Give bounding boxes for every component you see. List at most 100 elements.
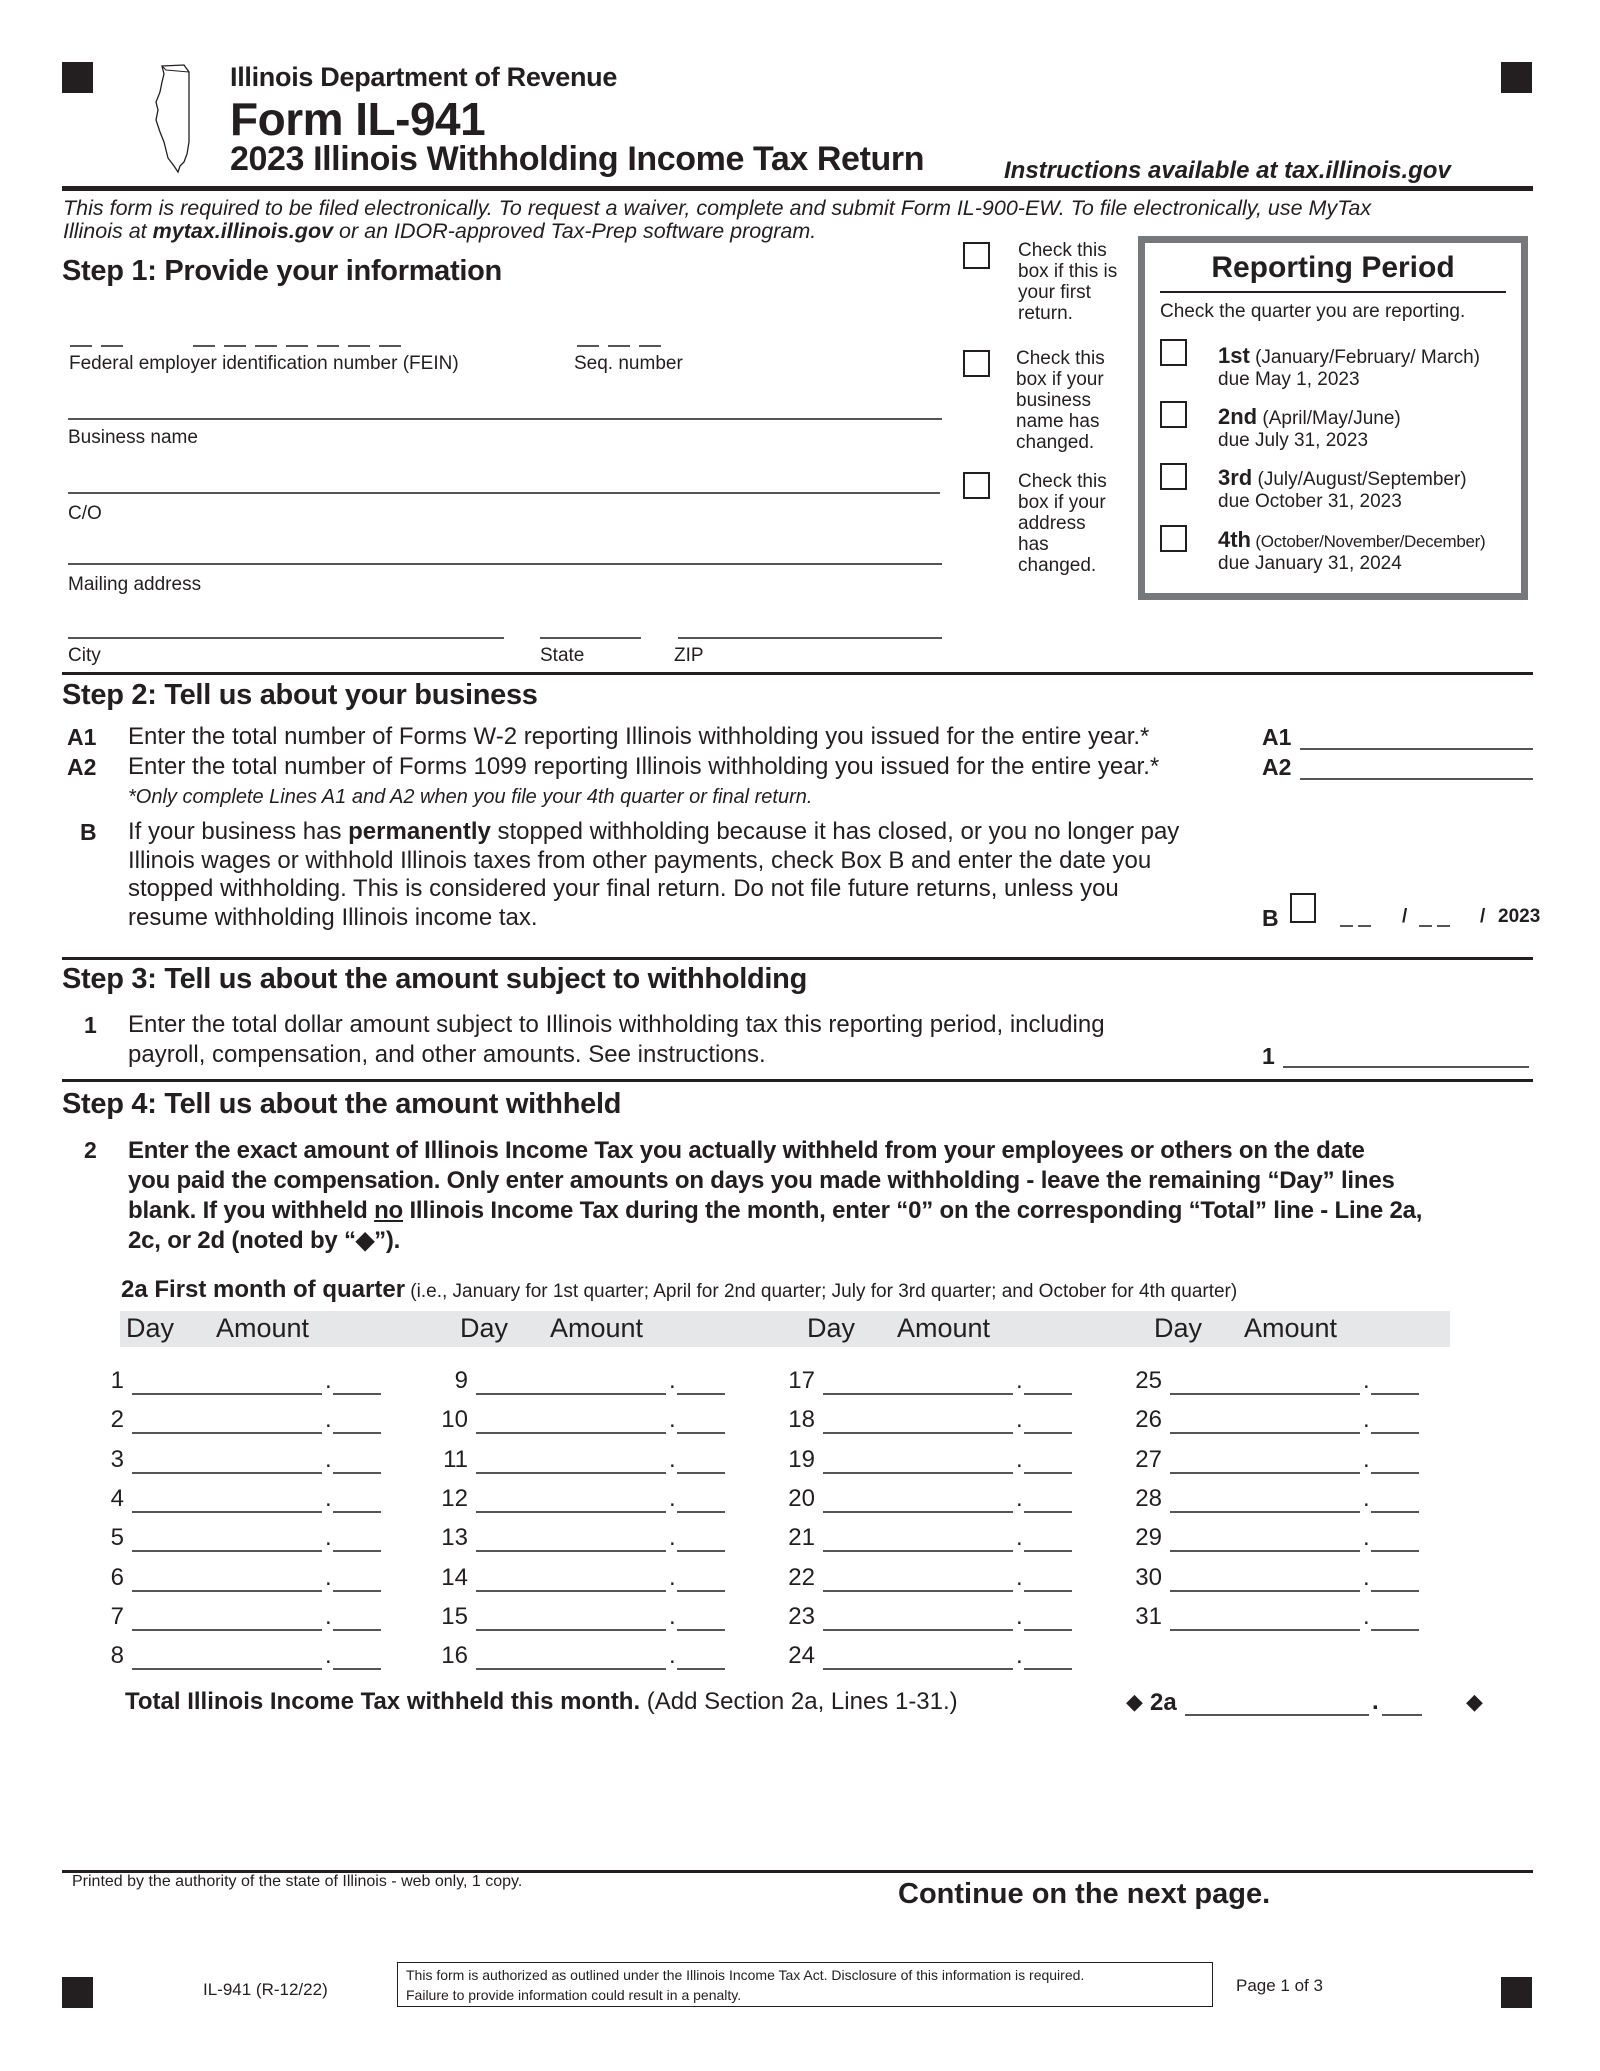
- decimal-point: .: [669, 1563, 676, 1591]
- dollars-input[interactable]: [1170, 1550, 1360, 1553]
- zip-input[interactable]: [678, 637, 942, 639]
- cents-input[interactable]: [1371, 1471, 1419, 1474]
- first-return-checkbox[interactable]: [963, 242, 990, 269]
- mailing-address-input[interactable]: [68, 563, 942, 565]
- dollars-input[interactable]: [823, 1628, 1013, 1631]
- cents-input[interactable]: [1024, 1393, 1072, 1395]
- dollars-input[interactable]: [476, 1471, 666, 1474]
- cents-input[interactable]: [677, 1471, 725, 1474]
- cents-input[interactable]: [333, 1471, 381, 1474]
- cents-input[interactable]: [677, 1393, 725, 1395]
- decimal-point: .: [325, 1602, 332, 1630]
- cents-input[interactable]: [677, 1432, 725, 1435]
- dollars-input[interactable]: [476, 1628, 666, 1631]
- cents-input[interactable]: [333, 1589, 381, 1592]
- dollars-input[interactable]: [823, 1471, 1013, 1474]
- cents-input[interactable]: [677, 1550, 725, 1553]
- dollars-input[interactable]: [823, 1393, 1013, 1395]
- cents-input[interactable]: [1024, 1510, 1072, 1513]
- dollars-input[interactable]: [823, 1550, 1013, 1553]
- dollars-input[interactable]: [476, 1668, 666, 1671]
- day-number: 21: [788, 1524, 815, 1552]
- quarter-1-label: 1st (January/February/ March) due May 1,…: [1218, 343, 1480, 391]
- cents-input[interactable]: [677, 1668, 725, 1671]
- dollars-input[interactable]: [823, 1510, 1013, 1513]
- cents-input[interactable]: [1371, 1393, 1419, 1395]
- page-number: Page 1 of 3: [1236, 1976, 1323, 1995]
- quarter-2-checkbox[interactable]: [1160, 401, 1187, 428]
- dollars-input[interactable]: [1170, 1628, 1360, 1631]
- cents-input[interactable]: [1024, 1668, 1072, 1671]
- a1-input[interactable]: [1300, 748, 1533, 750]
- dollars-input[interactable]: [132, 1393, 322, 1395]
- cents-input[interactable]: [1024, 1471, 1072, 1474]
- mytax-link[interactable]: mytax.illinois.gov: [153, 219, 333, 243]
- dollars-input[interactable]: [132, 1668, 322, 1671]
- cents-input[interactable]: [677, 1510, 725, 1513]
- dollars-input[interactable]: [476, 1550, 666, 1553]
- cents-input[interactable]: [1371, 1550, 1419, 1553]
- cents-input[interactable]: [1024, 1432, 1072, 1435]
- day-number: 14: [441, 1563, 468, 1591]
- dollars-input[interactable]: [132, 1550, 322, 1553]
- cents-input[interactable]: [1024, 1589, 1072, 1592]
- cents-input[interactable]: [1371, 1510, 1419, 1513]
- cents-input[interactable]: [333, 1432, 381, 1435]
- box-b-checkbox[interactable]: [1290, 893, 1316, 923]
- decimal-point: .: [1016, 1642, 1023, 1670]
- line1-input[interactable]: [1283, 1066, 1529, 1068]
- decimal-point: .: [669, 1524, 676, 1552]
- day-number: 24: [788, 1642, 815, 1670]
- quarter-1-checkbox[interactable]: [1160, 339, 1187, 366]
- dollars-input[interactable]: [476, 1432, 666, 1435]
- dollars-input[interactable]: [132, 1589, 322, 1592]
- dollars-input[interactable]: [1170, 1393, 1360, 1395]
- cents-input[interactable]: [1024, 1628, 1072, 1631]
- cents-input[interactable]: [333, 1668, 381, 1671]
- dollars-input[interactable]: [476, 1589, 666, 1592]
- co-label: C/O: [68, 503, 102, 524]
- dollars-input[interactable]: [132, 1471, 322, 1474]
- quarter-4-checkbox[interactable]: [1160, 525, 1187, 552]
- quarter-4-label: 4th (October/November/December) due Janua…: [1218, 527, 1486, 575]
- quarter-2-label: 2nd (April/May/June) due July 31, 2023: [1218, 404, 1401, 452]
- address-changed-checkbox[interactable]: [963, 472, 990, 499]
- dollars-input[interactable]: [823, 1432, 1013, 1435]
- cents-input[interactable]: [677, 1628, 725, 1631]
- b-text: If your business has permanently stopped…: [128, 818, 1180, 931]
- cents-input[interactable]: [333, 1628, 381, 1631]
- dollars-input[interactable]: [476, 1393, 666, 1395]
- dollars-input[interactable]: [1170, 1471, 1360, 1474]
- co-input[interactable]: [68, 492, 940, 494]
- dollars-input[interactable]: [132, 1432, 322, 1435]
- dollars-input[interactable]: [476, 1510, 666, 1513]
- dollars-input[interactable]: [1170, 1432, 1360, 1435]
- cents-input[interactable]: [1371, 1589, 1419, 1592]
- business-name-input[interactable]: [68, 418, 942, 420]
- col-day-1: Day: [126, 1313, 175, 1343]
- dollars-input[interactable]: [1170, 1589, 1360, 1592]
- line1-code-right: 1: [1262, 1043, 1275, 1069]
- cents-input[interactable]: [1371, 1628, 1419, 1631]
- cents-input[interactable]: [677, 1589, 725, 1592]
- dollars-input[interactable]: [132, 1510, 322, 1513]
- dollars-input[interactable]: [1170, 1510, 1360, 1513]
- dollars-input[interactable]: [132, 1628, 322, 1631]
- line1-text-b: payroll, compensation, and other amounts…: [128, 1041, 766, 1068]
- city-input[interactable]: [68, 637, 504, 639]
- business-name-changed-checkbox[interactable]: [963, 350, 990, 377]
- state-input[interactable]: [540, 637, 641, 639]
- cents-input[interactable]: [333, 1510, 381, 1513]
- cents-input[interactable]: [1371, 1432, 1419, 1435]
- cents-input[interactable]: [1024, 1550, 1072, 1553]
- decimal-point: .: [325, 1484, 332, 1512]
- decimal-point: .: [1016, 1484, 1023, 1512]
- quarter-3-checkbox[interactable]: [1160, 463, 1187, 490]
- dollars-input[interactable]: [823, 1668, 1013, 1671]
- decimal-point: .: [325, 1524, 332, 1552]
- line2-instructions: Enter the exact amount of Illinois Incom…: [128, 1137, 1423, 1254]
- cents-input[interactable]: [333, 1550, 381, 1553]
- dollars-input[interactable]: [823, 1589, 1013, 1592]
- a2-input[interactable]: [1300, 778, 1533, 780]
- cents-input[interactable]: [333, 1393, 381, 1395]
